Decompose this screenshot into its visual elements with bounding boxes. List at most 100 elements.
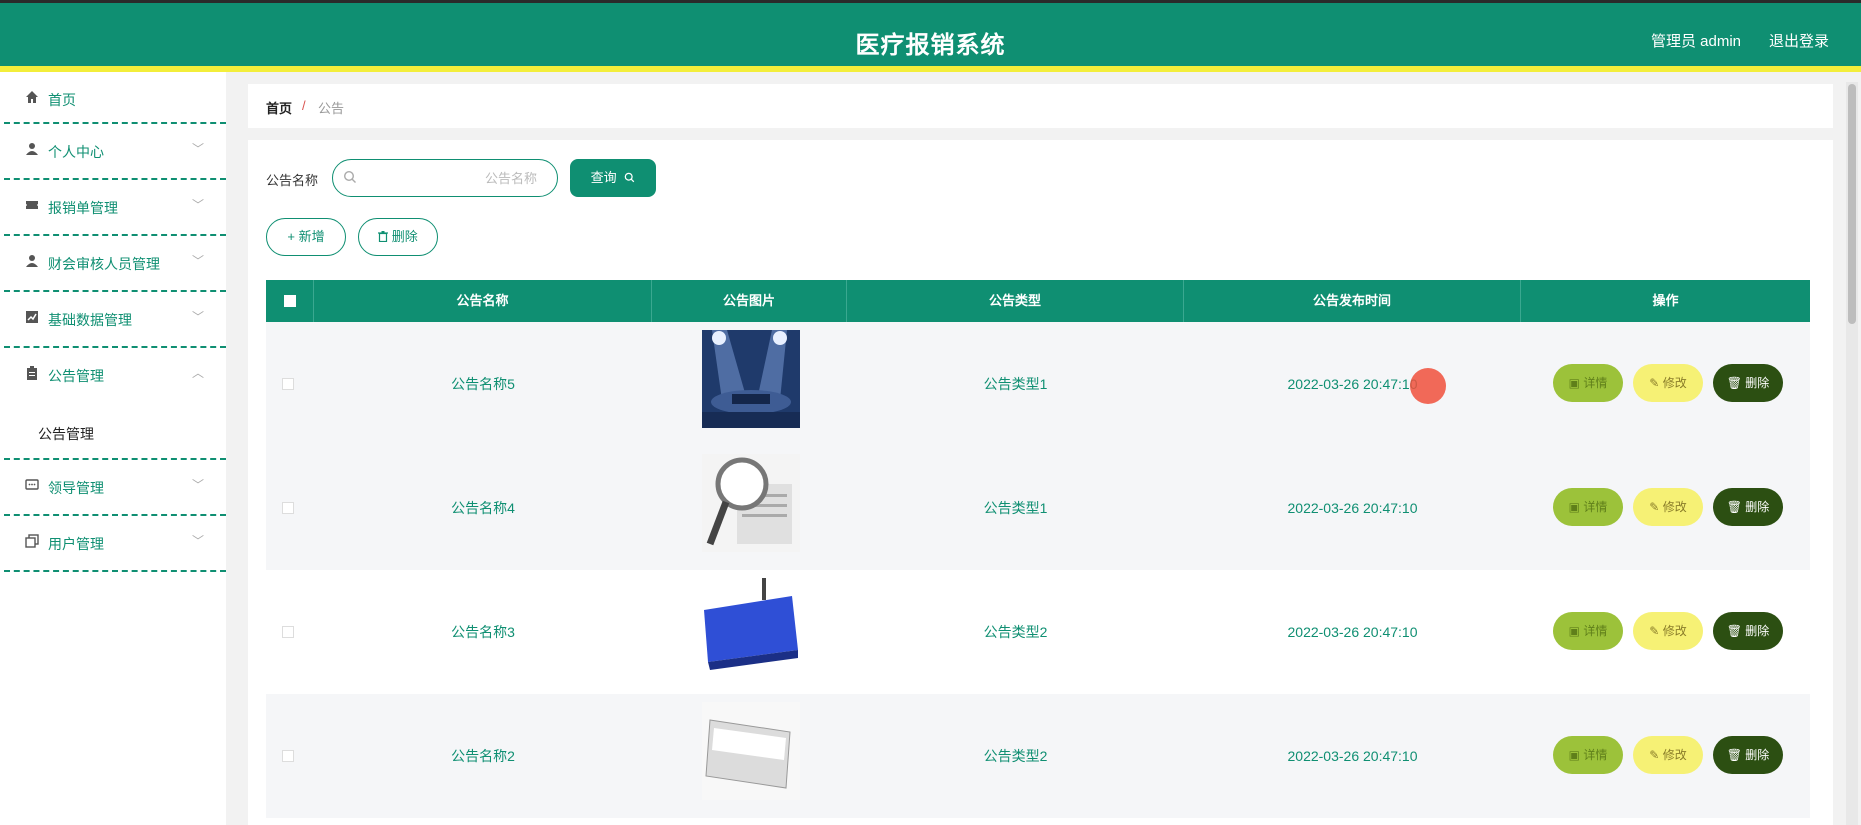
row-checkbox[interactable] <box>282 750 294 762</box>
delete-button[interactable]: 🗑 删除 <box>1713 736 1783 774</box>
table-row: 公告名称2 公告类型2 2022-03-26 20:47:10 ▣ 详情 ✎ 修… <box>266 694 1810 818</box>
col-header-actions: 操作 <box>1652 293 1679 308</box>
detail-icon: ▣ <box>1568 500 1584 514</box>
chevron-up-icon: ︿ <box>191 366 204 380</box>
row-time: 2022-03-26 20:47:10 <box>1287 624 1418 640</box>
sidebar-item-label: 财会审核人员管理 <box>48 256 160 272</box>
delete-button[interactable]: 🗑 删除 <box>1713 364 1783 402</box>
chevron-down-icon: ﹀ <box>191 310 204 324</box>
batch-delete-button[interactable]: 删除 <box>358 218 438 256</box>
search-label: 公告名称 <box>266 173 319 188</box>
edit-label: 修改 <box>1662 748 1687 762</box>
search-box <box>332 159 558 197</box>
sidebar-item-users[interactable]: 用户管理 ﹀ <box>4 516 226 572</box>
detail-button[interactable]: ▣ 详情 <box>1553 736 1623 774</box>
search-input[interactable] <box>363 168 549 188</box>
table-row: 公告名称3 公告类型2 2022-03-26 20:47:10 ▣ 详情 ✎ 修… <box>266 570 1810 694</box>
logout-link[interactable]: 退出登录 <box>1769 30 1829 51</box>
detail-button[interactable]: ▣ 详情 <box>1553 488 1623 526</box>
trash-icon: 🗑 <box>1726 500 1746 514</box>
row-name: 公告名称2 <box>451 748 515 764</box>
row-checkbox[interactable] <box>282 626 294 638</box>
add-button[interactable]: + 新增 <box>266 218 346 256</box>
query-button[interactable]: 查询 <box>570 159 656 197</box>
table-row: 公告名称5 公告类型1 2022-03-26 20:47:10 ▣ 详情 ✎ 修… <box>266 322 1810 446</box>
row-checkbox[interactable] <box>282 502 294 514</box>
breadcrumb-home[interactable]: 首页 <box>266 98 292 117</box>
table-row: 公告名称4 公告类型1 2022-03-26 20:47:10 ▣ 详情 ✎ 修… <box>266 446 1810 570</box>
copy-icon <box>24 534 40 550</box>
detail-label: 详情 <box>1583 376 1608 390</box>
ticket-icon <box>24 198 40 214</box>
select-all-cell <box>266 280 314 322</box>
edit-icon: ✎ <box>1649 500 1663 514</box>
page-scrollbar[interactable] <box>1846 82 1858 825</box>
delete-label: 删除 <box>1745 624 1770 638</box>
edit-icon: ✎ <box>1649 748 1663 762</box>
edit-button[interactable]: ✎ 修改 <box>1633 364 1703 402</box>
col-header-type: 公告类型 <box>847 280 1184 322</box>
delete-button[interactable]: 🗑 删除 <box>1713 488 1783 526</box>
breadcrumb-current: 公告 <box>318 101 345 116</box>
delete-button[interactable]: 🗑 删除 <box>1713 612 1783 650</box>
select-all-checkbox[interactable] <box>283 294 296 307</box>
sidebar-item-announcements[interactable]: 公告管理 ︿ <box>4 348 226 404</box>
submenu-item-announcements[interactable]: 公告管理 <box>4 404 226 460</box>
row-name: 公告名称3 <box>451 624 515 640</box>
chevron-down-icon: ﹀ <box>191 198 204 212</box>
delete-label: 删除 <box>391 229 418 244</box>
scrollbar-thumb[interactable] <box>1848 84 1856 324</box>
delete-label: 删除 <box>1745 748 1770 762</box>
table-header: 公告名称 公告图片 公告类型 公告发布时间 操作 <box>266 280 1810 322</box>
detail-label: 详情 <box>1583 500 1608 514</box>
sidebar-item-base-data[interactable]: 基础数据管理 ﹀ <box>4 292 226 348</box>
main-panel: 公告名称 查询 + 新增 删除 公告名称 公告图片 公告类型 公告发布时间 操作 <box>248 140 1833 825</box>
trash-icon: 🗑 <box>1726 624 1746 638</box>
sidebar-item-label: 公告管理 <box>48 368 104 384</box>
delete-label: 删除 <box>1745 376 1770 390</box>
edit-button[interactable]: ✎ 修改 <box>1633 488 1703 526</box>
edit-button[interactable]: ✎ 修改 <box>1633 736 1703 774</box>
sidebar-item-label: 首页 <box>48 92 76 108</box>
sidebar-item-label: 报销单管理 <box>48 200 118 216</box>
detail-icon: ▣ <box>1568 376 1584 390</box>
detail-button[interactable]: ▣ 详情 <box>1553 364 1623 402</box>
edit-label: 修改 <box>1662 624 1687 638</box>
detail-icon: ▣ <box>1568 748 1584 762</box>
sidebar-item-reimbursement[interactable]: 报销单管理 ﹀ <box>4 180 226 236</box>
current-user: 管理员 admin <box>1650 33 1741 50</box>
sidebar-item-leaders[interactable]: 领导管理 ﹀ <box>4 460 226 516</box>
add-label: 新增 <box>298 229 325 244</box>
plus-icon: + <box>287 229 299 244</box>
sidebar-item-home[interactable]: 首页 <box>4 72 226 124</box>
sidebar-item-label: 个人中心 <box>48 144 104 160</box>
col-header-time: 公告发布时间 <box>1184 280 1521 322</box>
edit-icon: ✎ <box>1649 624 1663 638</box>
row-type: 公告类型1 <box>983 376 1048 392</box>
edit-label: 修改 <box>1662 500 1687 514</box>
row-name: 公告名称4 <box>451 500 515 516</box>
edit-icon: ✎ <box>1649 376 1663 390</box>
chevron-down-icon: ﹀ <box>191 142 204 156</box>
breadcrumb-separator: / <box>302 98 306 113</box>
search-icon <box>624 170 635 185</box>
submenu-item-label: 公告管理 <box>38 426 94 442</box>
row-name: 公告名称5 <box>451 376 515 392</box>
col-header-image: 公告图片 <box>652 280 847 322</box>
sidebar-item-personal-center[interactable]: 个人中心 ﹀ <box>4 124 226 180</box>
query-label: 查询 <box>590 170 617 185</box>
trash-icon <box>378 229 392 244</box>
row-checkbox[interactable] <box>282 378 294 390</box>
row-type: 公告类型2 <box>983 624 1048 640</box>
detail-button[interactable]: ▣ 详情 <box>1553 612 1623 650</box>
user-icon <box>24 254 40 270</box>
edit-button[interactable]: ✎ 修改 <box>1633 612 1703 650</box>
sidebar-item-label: 领导管理 <box>48 480 104 496</box>
sidebar-item-auditors[interactable]: 财会审核人员管理 ﹀ <box>4 236 226 292</box>
announcement-image <box>702 454 800 552</box>
row-time: 2022-03-26 20:47:10 <box>1287 376 1418 392</box>
detail-label: 详情 <box>1583 748 1608 762</box>
row-time: 2022-03-26 20:47:10 <box>1287 500 1418 516</box>
trash-icon: 🗑 <box>1726 376 1746 390</box>
announcement-image <box>702 330 800 428</box>
